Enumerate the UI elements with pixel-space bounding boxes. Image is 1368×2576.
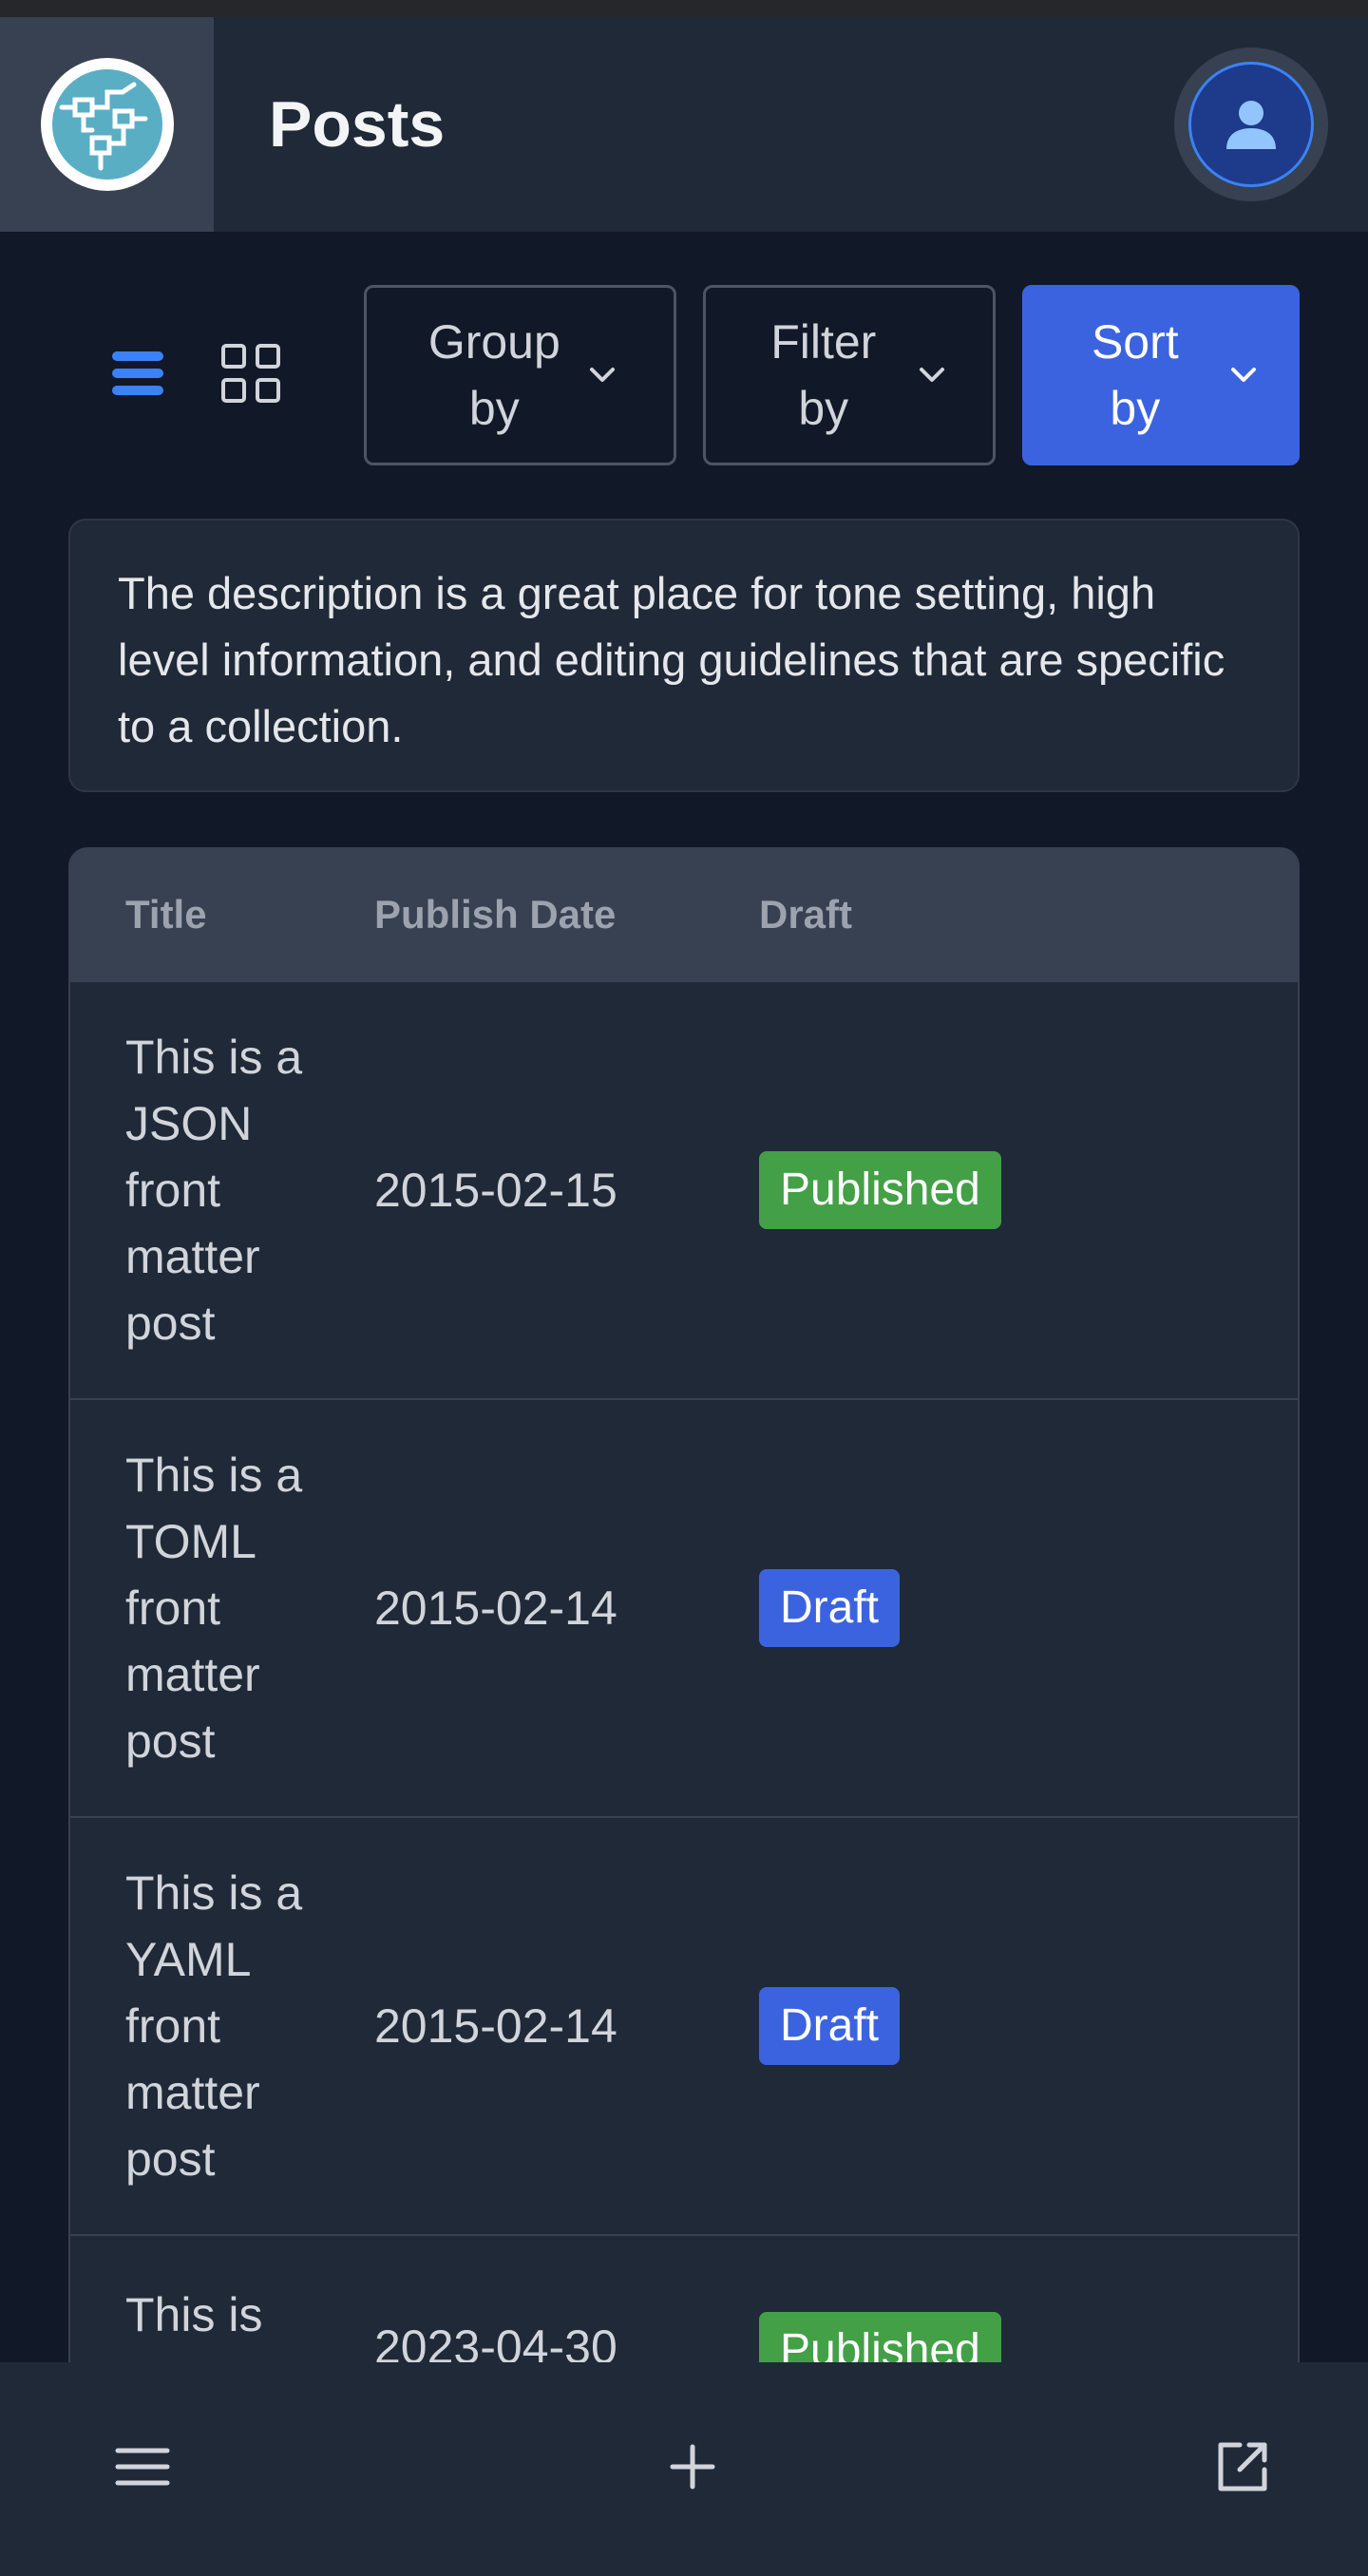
table-header: Title Publish Date Draft <box>70 847 1298 982</box>
collection-description: The description is a great place for ton… <box>68 519 1300 792</box>
user-icon <box>1188 62 1314 187</box>
add-post-button[interactable] <box>655 2432 731 2508</box>
table-row[interactable]: This is 2023-04-30 Published <box>70 2236 1298 2367</box>
chevron-down-icon <box>1229 366 1258 385</box>
status-badge: Published <box>759 2312 1001 2367</box>
collection-toolbar: Group by Filter by Sort by <box>68 285 1300 465</box>
sort-by-label: Sort by <box>1091 315 1179 435</box>
publish-date: 2015-02-14 <box>374 1999 618 2053</box>
sort-by-dropdown[interactable]: Sort by <box>1021 285 1300 465</box>
bottom-navigation <box>0 2362 1368 2576</box>
group-by-label: Group by <box>428 315 560 435</box>
hamburger-menu-icon <box>115 2446 170 2492</box>
publish-date: 2023-04-30 <box>374 2320 618 2367</box>
post-title: This is a TOML front matter post <box>125 1449 303 1768</box>
post-title: This is a YAML front matter post <box>125 1866 303 2186</box>
table-row[interactable]: This is a TOML front matter post 2015-02… <box>70 1400 1298 1818</box>
filter-by-label: Filter by <box>770 315 877 435</box>
open-external-icon <box>1215 2439 1270 2499</box>
column-header-draft[interactable]: Draft <box>759 892 1298 938</box>
plus-icon <box>669 2443 716 2495</box>
grid-view-button[interactable] <box>200 323 300 427</box>
app-header: Posts <box>0 17 1368 232</box>
open-external-button[interactable] <box>1205 2432 1281 2508</box>
menu-button[interactable] <box>104 2432 180 2508</box>
logo-button[interactable] <box>0 17 214 232</box>
group-by-dropdown[interactable]: Group by <box>363 285 676 465</box>
status-badge: Published <box>759 1151 1001 1229</box>
post-title: This is a JSON front matter post <box>125 1031 303 1350</box>
grid-view-icon <box>219 342 282 409</box>
status-badge: Draft <box>759 1569 901 1647</box>
table-row[interactable]: This is a JSON front matter post 2015-02… <box>70 982 1298 1400</box>
column-header-title[interactable]: Title <box>70 892 374 938</box>
top-strip <box>0 0 1368 17</box>
posts-table: Title Publish Date Draft This is a JSON … <box>68 847 1300 2367</box>
status-badge: Draft <box>759 1987 901 2065</box>
chevron-down-icon <box>588 366 617 385</box>
page-title: Posts <box>269 88 446 161</box>
column-header-publish-date[interactable]: Publish Date <box>374 892 759 938</box>
publish-date: 2015-02-14 <box>374 1582 618 1635</box>
circuit-logo-icon <box>40 58 174 191</box>
table-row[interactable]: This is a YAML front matter post 2015-02… <box>70 1818 1298 2236</box>
chevron-down-icon <box>918 366 946 385</box>
list-view-icon <box>110 350 165 402</box>
publish-date: 2015-02-15 <box>374 1164 618 1217</box>
list-view-button[interactable] <box>87 323 188 427</box>
user-menu-button[interactable] <box>1174 47 1328 201</box>
post-title: This is <box>125 2288 263 2341</box>
filter-by-dropdown[interactable]: Filter by <box>702 285 996 465</box>
